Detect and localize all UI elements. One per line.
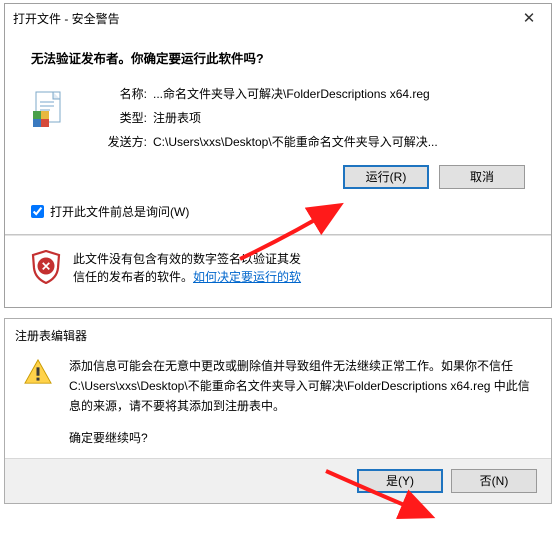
name-value: ...命名文件夹导入可解决\FolderDescriptions x64.reg	[147, 85, 430, 103]
file-icon	[31, 85, 73, 197]
divider	[5, 234, 551, 236]
shield-message: 此文件没有包含有效的数字签名以验证其发 信任的发布者的软件。如何决定要运行的软	[73, 250, 301, 286]
from-value: C:\Users\xxs\Desktop\不能重命名文件夹导入可解决...	[147, 133, 438, 151]
svg-text:✕: ✕	[41, 260, 51, 274]
close-button[interactable]: ✕	[507, 5, 551, 32]
window-title: 打开文件 - 安全警告	[13, 10, 507, 27]
yes-button[interactable]: 是(Y)	[357, 469, 443, 493]
type-value: 注册表项	[147, 109, 201, 127]
warning-message: 添加信息可能会在无意中更改或删除值并导致组件无法继续正常工作。如果你不信任 C:…	[69, 356, 533, 416]
name-label: 名称:	[99, 85, 147, 103]
run-button[interactable]: 运行(R)	[343, 165, 429, 189]
no-button[interactable]: 否(N)	[451, 469, 537, 493]
cancel-button[interactable]: 取消	[439, 165, 525, 189]
titlebar: 打开文件 - 安全警告 ✕	[5, 4, 551, 32]
window-title: 注册表编辑器	[5, 319, 551, 348]
type-label: 类型:	[99, 109, 147, 127]
how-to-decide-link[interactable]: 如何决定要运行的软	[193, 270, 301, 284]
always-ask-label: 打开此文件前总是询问(W)	[50, 203, 189, 220]
from-label: 发送方:	[99, 133, 147, 151]
regedit-confirm-dialog: 注册表编辑器 添加信息可能会在无意中更改或删除值并导致组件无法继续正常工作。如果…	[4, 318, 552, 504]
security-warning-dialog: 打开文件 - 安全警告 ✕ 无法验证发布者。你确定要运行此软件吗?	[4, 3, 552, 308]
confirm-question: 确定要继续吗?	[69, 428, 533, 448]
shield-icon: ✕	[31, 250, 61, 287]
warning-icon	[23, 356, 53, 389]
always-ask-checkbox[interactable]	[31, 205, 44, 218]
warning-heading: 无法验证发布者。你确定要运行此软件吗?	[31, 48, 525, 67]
